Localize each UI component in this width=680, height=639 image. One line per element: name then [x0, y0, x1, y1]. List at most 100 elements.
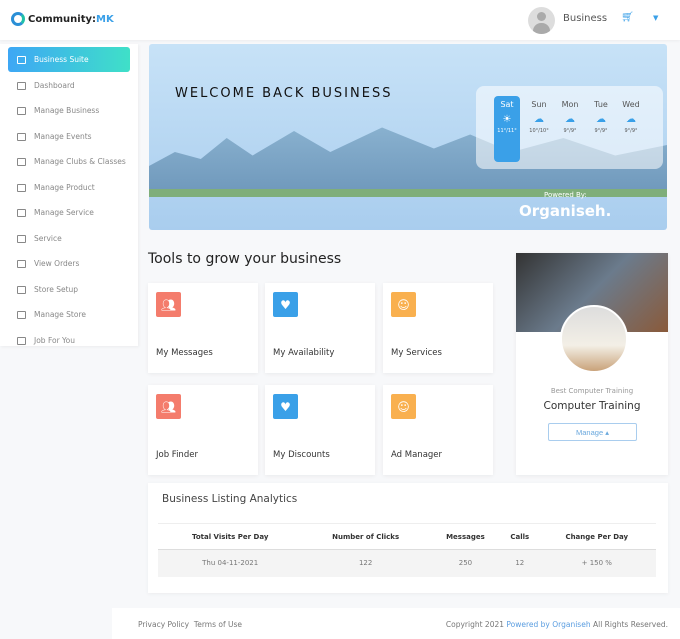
cell: 12: [502, 549, 538, 577]
cart-icon: [17, 259, 26, 268]
tool-card-label: My Availability: [273, 348, 335, 358]
user-name[interactable]: Business: [563, 13, 607, 24]
column-header: Calls: [502, 523, 538, 550]
weather-day: Tue ☁ 9°/9°: [588, 100, 614, 162]
users-icon: [17, 336, 26, 345]
store-icon: [17, 310, 26, 319]
sidebar-item-label: Manage Events: [34, 132, 92, 141]
manage-button[interactable]: Manage ▴: [548, 423, 637, 441]
profile-image: [560, 305, 628, 373]
tool-card-my-messages[interactable]: 👥︎ My Messages: [148, 283, 258, 373]
tool-card-my-services[interactable]: ☺ My Services: [383, 283, 493, 373]
ground-illustration: [149, 189, 667, 197]
users-icon: 👥︎: [156, 292, 181, 317]
cloud-icon: ☁: [596, 114, 606, 125]
column-header: Messages: [428, 523, 502, 550]
sidebar-item-dashboard[interactable]: Dashboard: [8, 73, 130, 98]
chevron-down-icon[interactable]: ▼: [653, 14, 658, 22]
home-icon: [17, 234, 26, 243]
weather-day: Sat ☀ 11°/11°: [494, 96, 520, 162]
sidebar-item-manage-store[interactable]: Manage Store: [8, 302, 130, 327]
tool-card-ad-manager[interactable]: ☺ Ad Manager: [383, 385, 493, 475]
sidebar-item-label: View Orders: [34, 259, 80, 268]
weather-temp: 9°/9°: [563, 128, 577, 134]
privacy-policy-link[interactable]: Privacy Policy: [138, 620, 189, 629]
sidebar-item-label: Service: [34, 234, 62, 243]
weather-temp: 9°/9°: [594, 128, 608, 134]
heart-icon: ♥: [273, 394, 298, 419]
cloud-icon: ☁: [626, 114, 636, 125]
tool-card-my-discounts[interactable]: ♥ My Discounts: [265, 385, 375, 475]
sidebar-item-store-setup[interactable]: Store Setup: [8, 277, 130, 302]
column-header: Total Visits Per Day: [158, 523, 303, 550]
tool-card-label: My Services: [391, 348, 442, 358]
sidebar-item-view-orders[interactable]: View Orders: [8, 251, 130, 276]
welcome-title: WELCOME BACK BUSINESS: [175, 86, 393, 101]
sidebar-item-manage-business[interactable]: Manage Business: [8, 98, 130, 123]
building-icon: [17, 106, 26, 115]
tool-card-my-availability[interactable]: ♥ My Availability: [265, 283, 375, 373]
welcome-banner: WELCOME BACK BUSINESS Sat ☀ 11°/11° Sun ☁ 10…: [149, 44, 667, 230]
analytics-panel: Business Listing Analytics Total Visits …: [148, 483, 668, 593]
cell: 122: [302, 549, 429, 577]
cart-icon[interactable]: 🛒︎: [621, 12, 634, 23]
cell: 250: [428, 549, 502, 577]
sidebar-item-manage-product[interactable]: Manage Product: [8, 175, 130, 200]
tool-card-label: Job Finder: [156, 450, 198, 460]
heart-icon: ♥: [273, 292, 298, 317]
weather-widget: Sat ☀ 11°/11° Sun ☁ 10°/10° Mon ☁ 9°/9° Tue ☁ 9°…: [476, 86, 663, 169]
weather-day: Mon ☁ 9°/9°: [557, 100, 583, 162]
weather-day-label: Wed: [622, 100, 640, 109]
analytics-title: Business Listing Analytics: [162, 493, 298, 505]
weather-temp: 10°/10°: [529, 128, 549, 134]
powered-by-link[interactable]: Powered by Organiseh: [506, 620, 590, 629]
sidebar-item-label: Manage Service: [34, 208, 94, 217]
top-header: Community: MK Business 🛒︎ ▼: [0, 0, 680, 40]
profile-subtitle: Best Computer Training: [550, 387, 634, 395]
sidebar-item-label: Manage Business: [34, 106, 100, 115]
weather-temp: 11°/11°: [497, 128, 517, 134]
avatar[interactable]: [528, 7, 555, 34]
sidebar-item-label: Store Setup: [34, 285, 79, 294]
sidebar: Business Suite Dashboard Manage Business…: [0, 44, 138, 346]
dashboard-icon: [17, 81, 26, 90]
home-icon: [17, 208, 26, 217]
tool-card-label: My Messages: [156, 348, 213, 358]
copyright-text: Copyright 2021: [445, 620, 505, 629]
logo-accent: MK: [96, 13, 114, 25]
sidebar-item-manage-clubs[interactable]: Manage Clubs & Classes: [8, 149, 130, 174]
weather-day-label: Tue: [594, 100, 608, 109]
sidebar-item-label: Job For You: [34, 336, 75, 345]
sidebar-item-manage-events[interactable]: Manage Events: [8, 124, 130, 149]
sidebar-item-business-suite[interactable]: Business Suite: [8, 47, 130, 72]
logo-icon: [11, 12, 25, 26]
column-header: Change Per Day: [537, 523, 656, 550]
cloud-icon: ☁: [565, 114, 575, 125]
brand-name: Organiseh.: [519, 202, 612, 220]
sidebar-item-label: Dashboard: [34, 81, 75, 90]
weather-day-label: Sun: [531, 100, 547, 109]
briefcase-icon: [17, 55, 26, 64]
terms-link[interactable]: Terms of Use: [194, 620, 242, 629]
sidebar-item-service[interactable]: Service: [8, 226, 130, 251]
cell: Thu 04-11-2021: [158, 549, 303, 577]
sidebar-item-job-for-you[interactable]: Job For You: [8, 328, 130, 353]
logo[interactable]: Community: MK: [11, 12, 114, 26]
bag-icon: [17, 183, 26, 192]
layout-icon: [17, 157, 26, 166]
weather-day-label: Sat: [500, 100, 514, 109]
sidebar-item-label: Business Suite: [34, 55, 89, 64]
cell: + 150 %: [537, 549, 656, 577]
rights-text: All Rights Reserved.: [592, 620, 668, 629]
tool-card-job-finder[interactable]: 👥︎ Job Finder: [148, 385, 258, 475]
weather-temp: 9°/9°: [624, 128, 638, 134]
business-profile-card: Best Computer Training Computer Training…: [516, 253, 668, 475]
sidebar-item-manage-service[interactable]: Manage Service: [8, 200, 130, 225]
column-header: Number of Clicks: [302, 523, 429, 550]
footer: Privacy Policy Terms of Use Copyright 20…: [112, 608, 680, 639]
weather-day: Wed ☁ 9°/9°: [618, 100, 644, 162]
powered-by-label: Powered By:: [544, 191, 587, 199]
user-icon: ☺: [391, 394, 416, 419]
tool-card-label: My Discounts: [273, 450, 330, 460]
tools-title: Tools to grow your business: [148, 251, 342, 267]
